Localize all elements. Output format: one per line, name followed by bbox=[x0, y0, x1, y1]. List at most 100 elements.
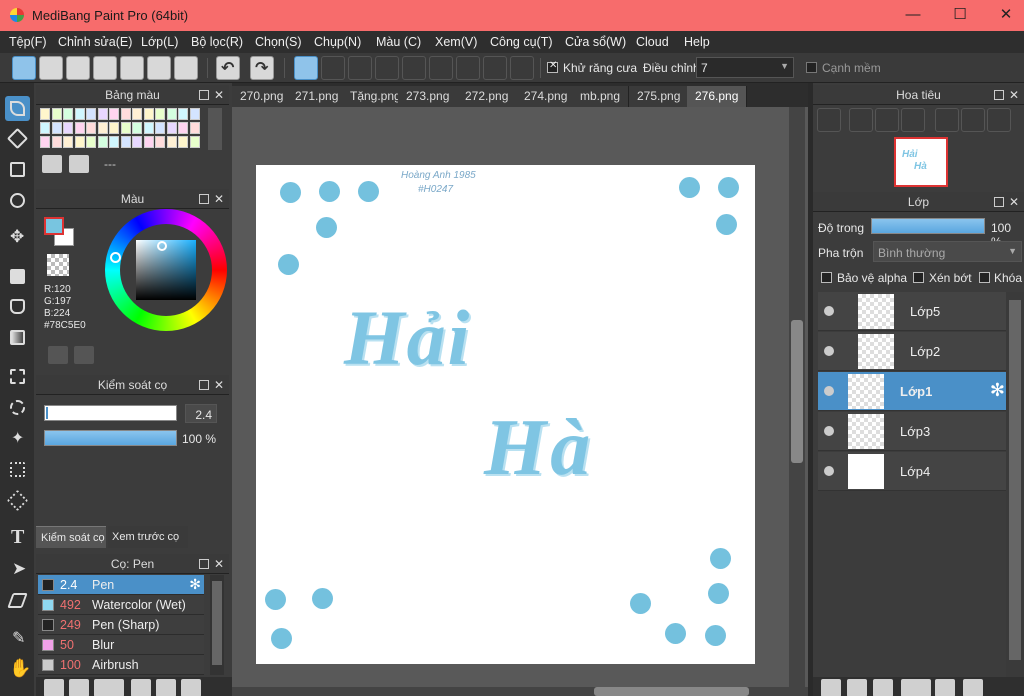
brush-item-blur[interactable]: 50 Blur bbox=[38, 635, 204, 655]
brush-size-value-box[interactable]: 2.4 bbox=[185, 404, 217, 423]
antialias-checkbox[interactable]: ✕ bbox=[547, 60, 558, 73]
brush-menu-icon[interactable] bbox=[94, 679, 124, 696]
eyedropper-tool-icon[interactable]: ✎ bbox=[5, 626, 30, 651]
brush-item-pen[interactable]: 2.4 Pen ✻ bbox=[38, 575, 204, 595]
palette-swatch[interactable] bbox=[63, 108, 73, 120]
canvas-vertical-scrollbar[interactable] bbox=[789, 107, 805, 687]
new-brush-icon[interactable] bbox=[69, 679, 89, 696]
close-panel-icon[interactable]: ✕ bbox=[214, 375, 224, 395]
layer-opacity-slider[interactable] bbox=[871, 218, 985, 234]
palette-swatch[interactable] bbox=[63, 122, 73, 134]
palette-swatch[interactable] bbox=[74, 136, 85, 148]
palette-swatch[interactable] bbox=[86, 136, 96, 148]
palette-swatch[interactable] bbox=[40, 136, 50, 148]
palette-swatch[interactable] bbox=[189, 122, 200, 134]
palette-swatch[interactable] bbox=[155, 136, 165, 148]
palette-swatch[interactable] bbox=[120, 136, 131, 148]
brush-opacity-slider[interactable] bbox=[44, 430, 177, 446]
menu-cloud[interactable]: Cloud bbox=[636, 35, 669, 49]
palette-swatch[interactable] bbox=[120, 108, 131, 120]
layer-item-2[interactable]: Lớp2 bbox=[818, 332, 1008, 371]
lock-checkbox[interactable] bbox=[979, 272, 990, 283]
lasso-tool-icon[interactable] bbox=[5, 395, 30, 420]
drawing-canvas[interactable]: Hoàng Anh 1985 #H0247 Hải Hà bbox=[256, 165, 755, 664]
palette-swatch[interactable] bbox=[189, 108, 200, 120]
palette-swatch[interactable] bbox=[132, 136, 142, 148]
palette-swatch[interactable] bbox=[155, 108, 165, 120]
tab-document-8[interactable]: 275.png bbox=[629, 86, 690, 107]
add-layer-menu-icon[interactable] bbox=[901, 679, 931, 696]
menu-layer[interactable]: Lớp(L) bbox=[141, 35, 178, 49]
snap-off-icon[interactable] bbox=[294, 56, 318, 80]
reset-rotation-icon[interactable] bbox=[961, 108, 985, 132]
new-8bit-layer-icon[interactable] bbox=[847, 679, 867, 696]
eye-icon[interactable] bbox=[824, 466, 834, 476]
move-tool-icon[interactable]: ✥ bbox=[5, 225, 30, 250]
correction-dropdown[interactable]: 7 ▼ bbox=[696, 57, 794, 78]
tab-document-7[interactable]: mb.png bbox=[572, 86, 630, 107]
palette-swatch[interactable] bbox=[97, 108, 108, 120]
palette-swatch[interactable] bbox=[178, 122, 188, 134]
brush-settings-icon[interactable] bbox=[131, 679, 151, 696]
palette-swatch[interactable] bbox=[109, 122, 119, 134]
layer-item-5[interactable]: Lớp4 bbox=[818, 452, 1008, 491]
share-icon[interactable] bbox=[39, 56, 63, 80]
menu-select[interactable]: Chọn(S) bbox=[255, 35, 302, 49]
panel-divide-tool-icon[interactable] bbox=[5, 588, 30, 613]
gear-icon[interactable]: ✻ bbox=[990, 380, 1005, 401]
brush-item-pen-sharp[interactable]: 249 Pen (Sharp) bbox=[38, 615, 204, 635]
brush-list-scrollbar[interactable] bbox=[210, 575, 224, 675]
palette-swatch[interactable] bbox=[109, 108, 119, 120]
close-panel-icon[interactable]: ✕ bbox=[214, 85, 224, 105]
parallel-snap-icon[interactable] bbox=[321, 56, 345, 80]
menu-file[interactable]: Tệp(F) bbox=[9, 35, 47, 49]
menu-view[interactable]: Xem(V) bbox=[435, 35, 477, 49]
tab-document-6[interactable]: 274.png bbox=[516, 86, 577, 107]
popout-icon[interactable] bbox=[994, 197, 1004, 207]
check-list-icon[interactable] bbox=[174, 56, 198, 80]
clipping-checkbox[interactable] bbox=[913, 272, 924, 283]
hue-picker-handle[interactable] bbox=[110, 252, 121, 263]
new-layer-icon[interactable] bbox=[821, 679, 841, 696]
palette-swatch[interactable] bbox=[189, 136, 200, 148]
palette-swatch[interactable] bbox=[143, 108, 154, 120]
palette-swatch[interactable] bbox=[97, 122, 108, 134]
circle-snap-icon[interactable] bbox=[429, 56, 453, 80]
brush-folder-icon[interactable] bbox=[156, 679, 176, 696]
canvas-horizontal-scrollbar[interactable] bbox=[232, 687, 808, 696]
zoom-out-icon[interactable] bbox=[901, 108, 925, 132]
popout-icon[interactable] bbox=[199, 559, 209, 569]
palette-swatch[interactable] bbox=[74, 108, 85, 120]
palette-swatch[interactable] bbox=[51, 108, 62, 120]
comment-icon[interactable] bbox=[93, 56, 117, 80]
bucket-tool-icon[interactable] bbox=[5, 294, 30, 319]
palette-swatch[interactable] bbox=[155, 122, 165, 134]
radial-snap-icon[interactable] bbox=[402, 56, 426, 80]
palette-swatch[interactable] bbox=[40, 122, 50, 134]
popout-icon[interactable] bbox=[994, 90, 1004, 100]
layer-item-4[interactable]: Lớp3 bbox=[818, 412, 1008, 451]
navigator-thumbnail[interactable]: Hải Hà bbox=[894, 137, 948, 187]
layer-item-3[interactable]: Lớp1 ✻ bbox=[818, 372, 1008, 411]
color-palette-icon[interactable] bbox=[48, 346, 68, 364]
popout-icon[interactable] bbox=[199, 194, 209, 204]
select-pen-tool-icon[interactable] bbox=[5, 457, 30, 482]
add-brush-icon[interactable] bbox=[44, 679, 64, 696]
tab-document-1[interactable]: 270.png bbox=[232, 86, 293, 107]
minimize-icon[interactable]: — bbox=[890, 4, 936, 26]
close-panel-icon[interactable]: ✕ bbox=[1009, 192, 1019, 212]
palette-swatch[interactable] bbox=[74, 122, 85, 134]
tab-brush-control[interactable]: Kiểm soát cọ bbox=[36, 526, 106, 548]
brush-item-airbrush[interactable]: 100 Airbrush bbox=[38, 655, 204, 675]
blend-mode-dropdown[interactable]: Bình thường ▼ bbox=[873, 241, 1022, 262]
palette-swatch[interactable] bbox=[51, 122, 62, 134]
palette-swatches[interactable] bbox=[40, 108, 202, 150]
duplicate-layer-icon[interactable] bbox=[963, 679, 983, 696]
tab-document-5[interactable]: 272.png bbox=[457, 86, 518, 107]
page-settings-icon[interactable] bbox=[147, 56, 171, 80]
magic-wand-tool-icon[interactable]: ✦ bbox=[5, 426, 30, 451]
tab-document-2[interactable]: 271.png bbox=[287, 86, 348, 107]
brush-tool-icon[interactable] bbox=[5, 96, 30, 121]
eye-icon[interactable] bbox=[824, 346, 834, 356]
eye-icon[interactable] bbox=[824, 306, 834, 316]
